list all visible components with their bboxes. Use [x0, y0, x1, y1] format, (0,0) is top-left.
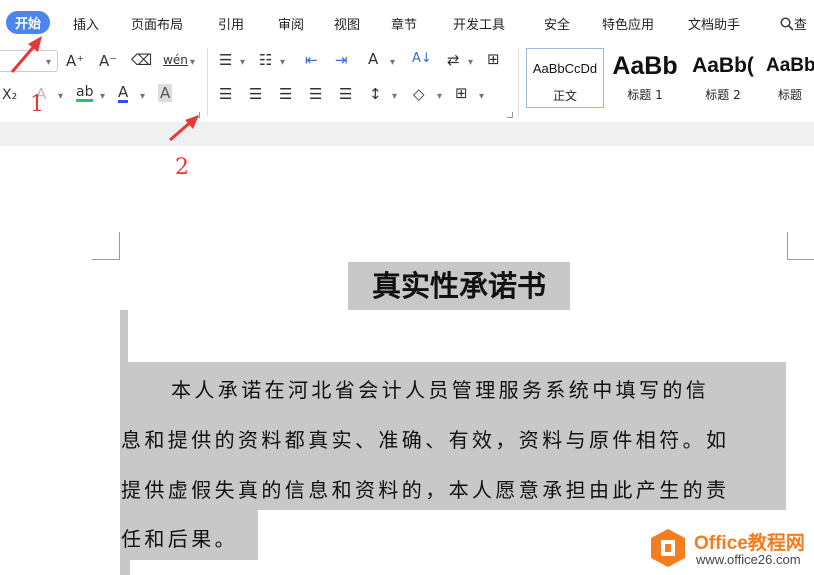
wps-writer-window: 开始 插入 页面布局 引用 审阅 视图 章节 开发工具 安全 特色应用 文档助手… — [0, 0, 814, 575]
annotation-label-2: 2 — [175, 155, 189, 180]
arrow-2-icon — [169, 115, 199, 142]
watermark: Office教程网 www.office26.com — [648, 526, 814, 572]
annotation-label-1: 1 — [30, 92, 44, 117]
office-logo-icon — [651, 529, 685, 567]
arrow-1-icon — [10, 36, 42, 73]
annotation-arrows — [10, 36, 199, 142]
watermark-url: www.office26.com — [696, 552, 801, 567]
watermark-brand: Office教程网 — [694, 533, 805, 554]
